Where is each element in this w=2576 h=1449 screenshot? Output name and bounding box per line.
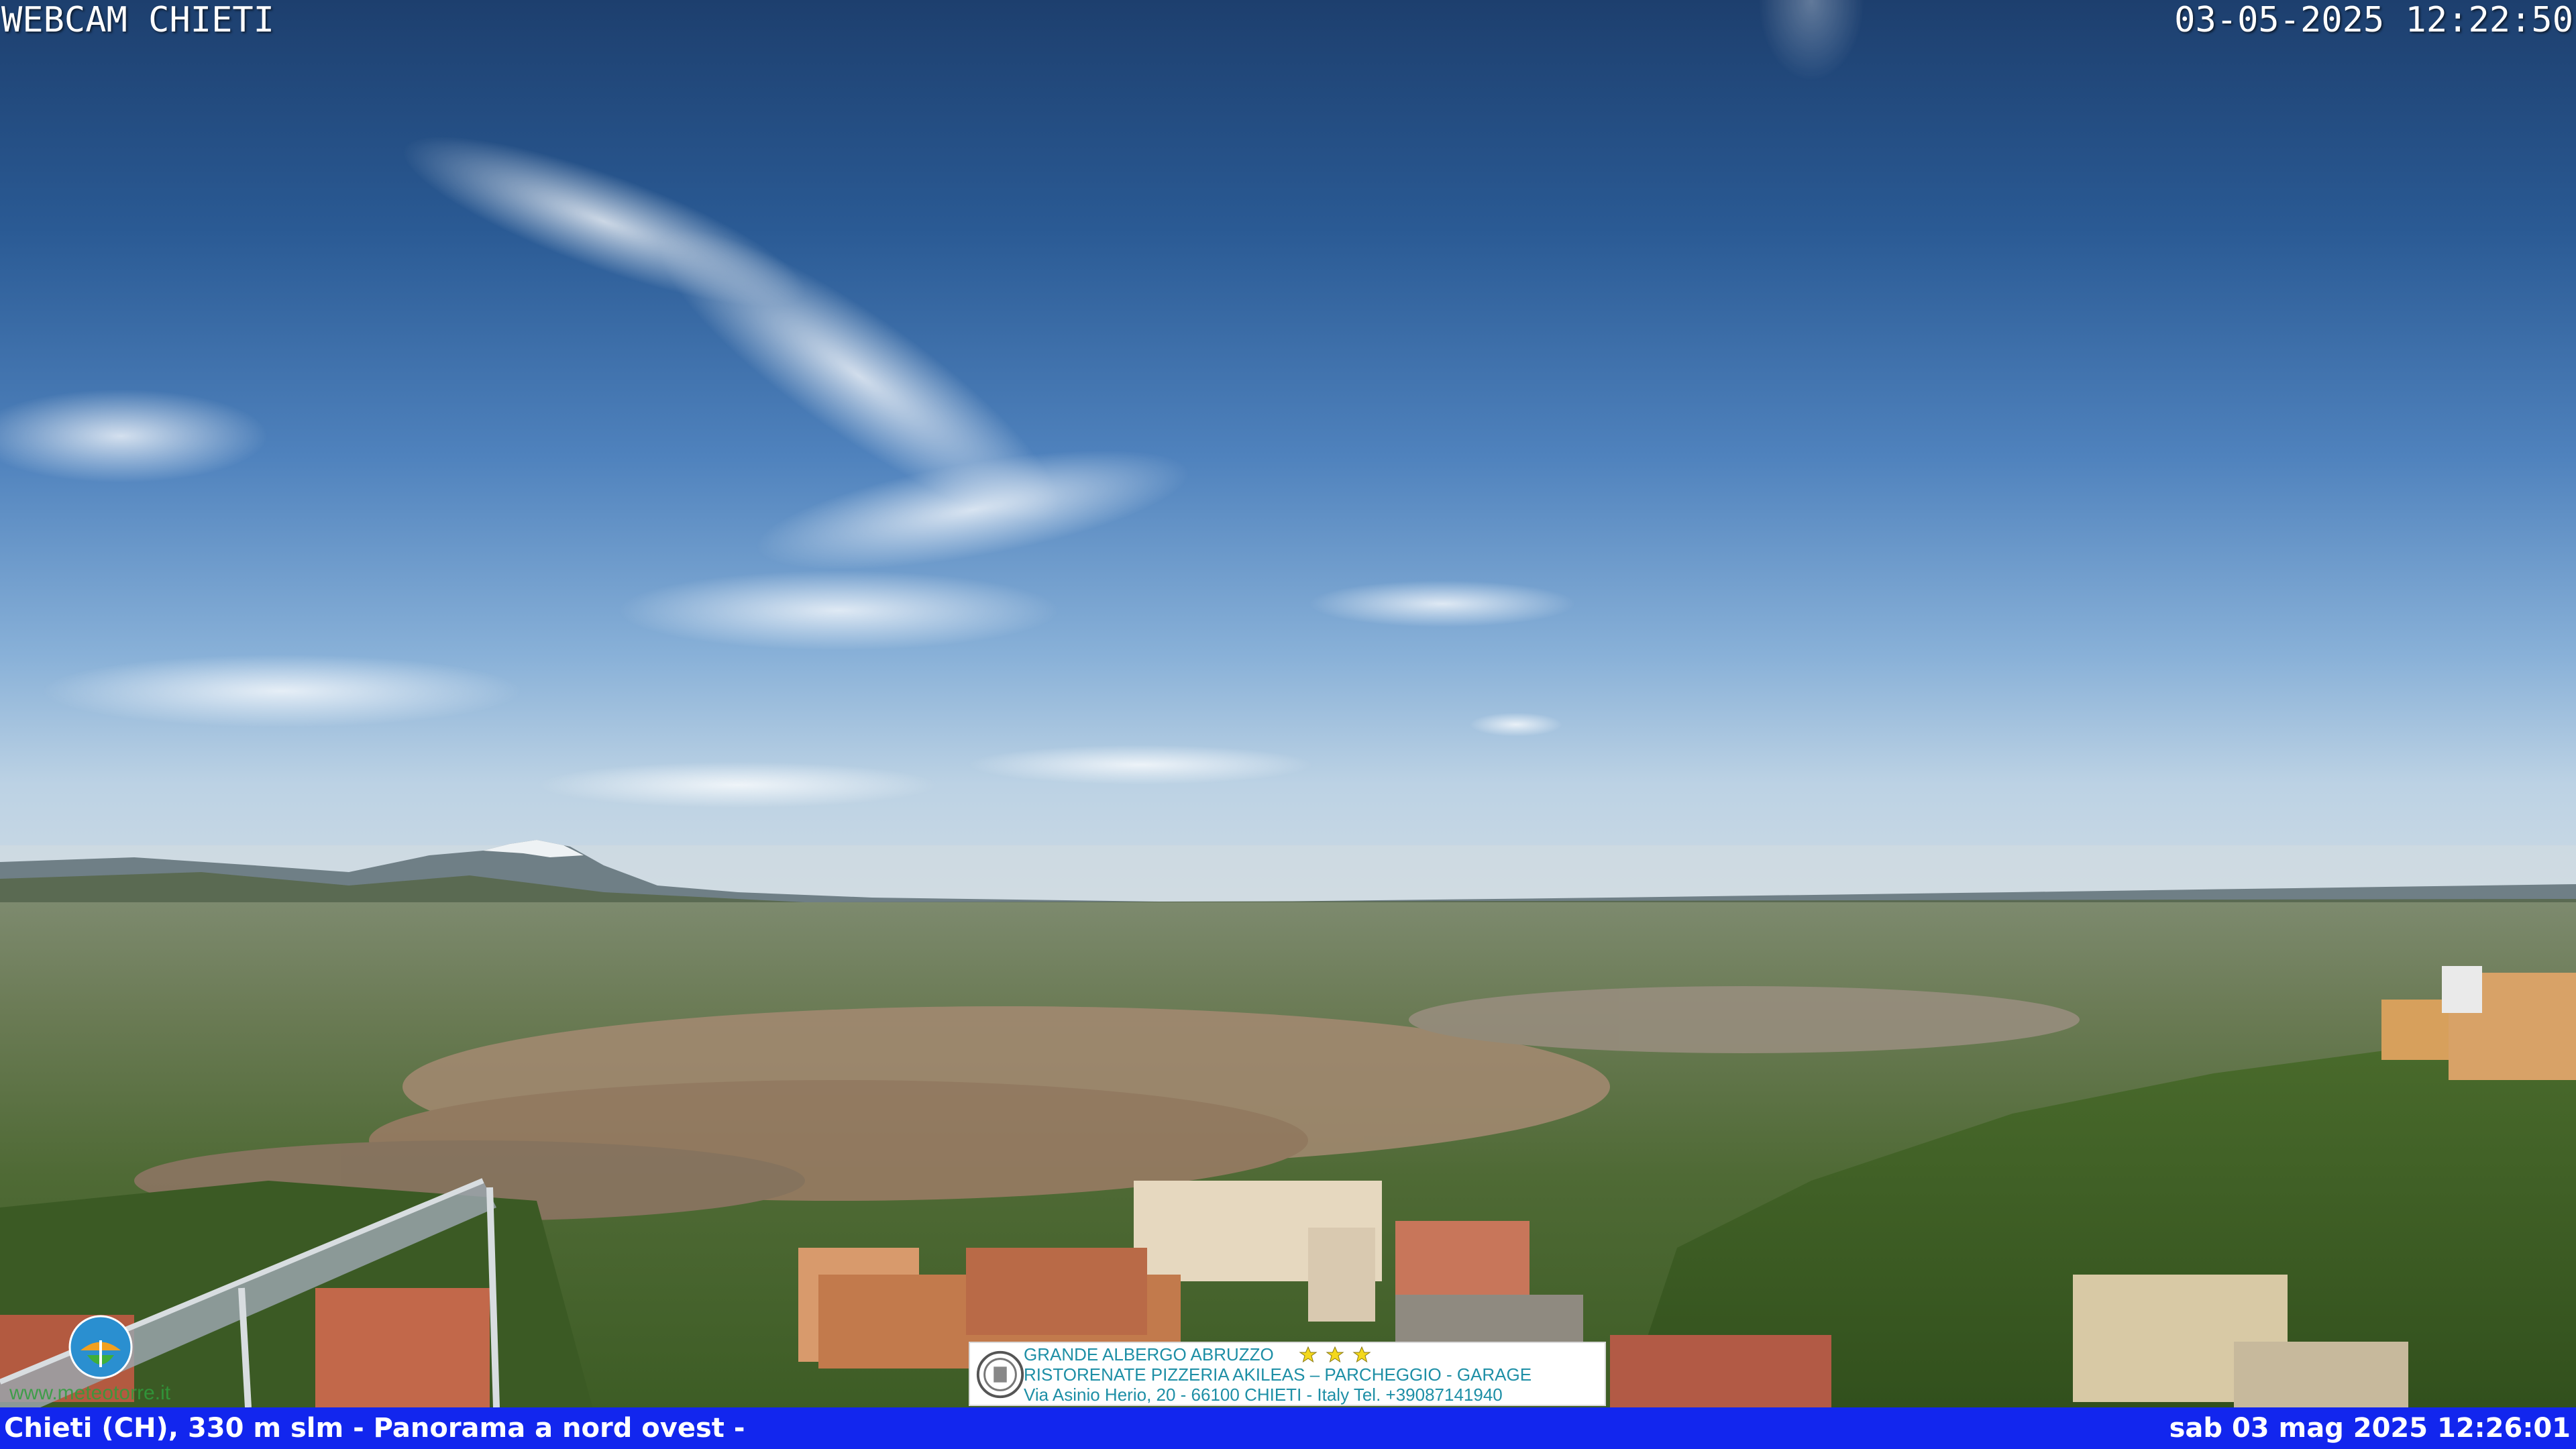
ad-hotel-name: GRANDE ALBERGO ABRUZZO: [1024, 1344, 1274, 1364]
hotel-ad-banner: GRANDE ALBERGO ABRUZZO RISTORENATE PIZZE…: [969, 1342, 1606, 1406]
location-caption: Chieti (CH), 330 m slm - Panorama a nord…: [4, 1413, 745, 1444]
caption-bar: Chieti (CH), 330 m slm - Panorama a nord…: [0, 1407, 2576, 1449]
sky: [0, 0, 2576, 912]
star-rating-icon: [1299, 1346, 1371, 1363]
ad-services: RISTORENATE PIZZERIA AKILEAS – PARCHEGGI…: [1024, 1364, 1532, 1385]
webcam-title: WEBCAM CHIETI: [1, 0, 274, 40]
footer-datetime: sab 03 mag 2025 12:26:01: [2169, 1413, 2571, 1444]
webcam-panorama: [0, 0, 2576, 1449]
watermark-url: www.meteotorre.it: [9, 1382, 171, 1404]
capture-datetime: 03-05-2025 12:22:50: [2174, 0, 2573, 40]
ad-address: Via Asinio Herio, 20 - 66100 CHIETI - It…: [1024, 1385, 1503, 1405]
hotel-crest-icon: [976, 1350, 1024, 1399]
meteotorre-logo: [68, 1315, 133, 1379]
